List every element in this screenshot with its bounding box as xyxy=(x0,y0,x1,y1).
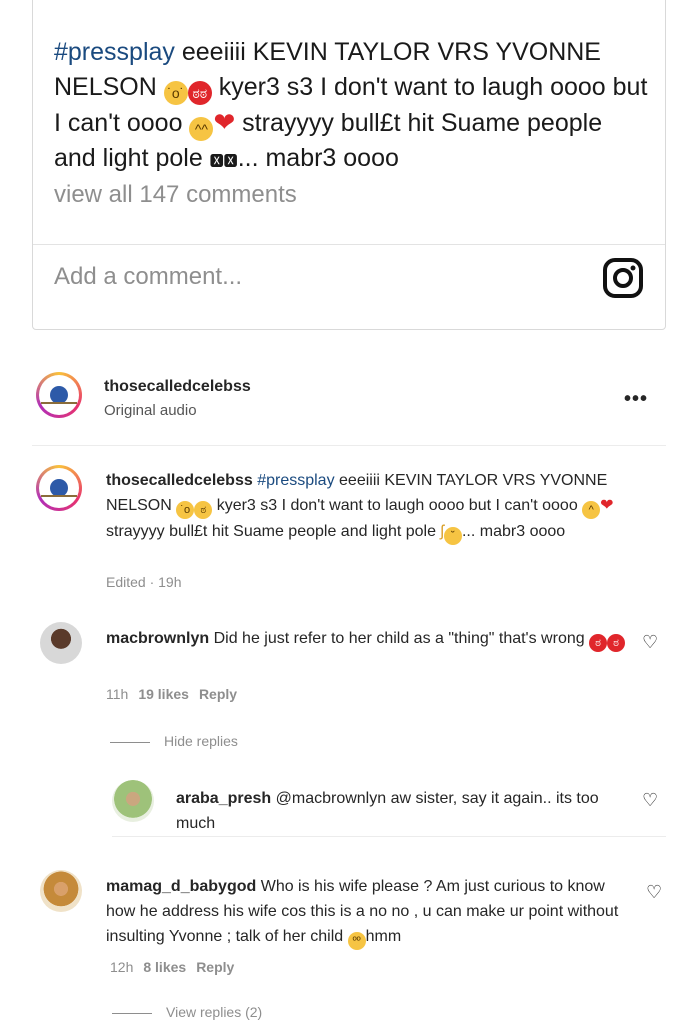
comment-macbrownlyn: macbrownlyn Did he just refer to her chi… xyxy=(106,626,626,652)
heart-emoji-icon: ❤ xyxy=(600,497,614,514)
like-heart-icon[interactable]: ♡ xyxy=(642,632,658,653)
comment-time: 11h xyxy=(106,686,129,702)
divider xyxy=(112,1012,152,1014)
like-heart-icon[interactable]: ♡ xyxy=(642,790,658,811)
profile-logo-icon xyxy=(41,479,77,497)
avatar[interactable] xyxy=(112,780,154,822)
avatar[interactable] xyxy=(40,870,82,912)
reply-button[interactable]: Reply xyxy=(196,959,234,975)
angry-emoji-icon: ಠ xyxy=(607,634,626,652)
embedded-post-card: #pressplay eeeiiii KEVIN TAYLOR VRS YVON… xyxy=(32,0,666,330)
likes-count[interactable]: 8 likes xyxy=(143,959,186,975)
audio-username[interactable]: thosecalledcelebss xyxy=(104,378,251,396)
sad-emoji-icon: ˘ xyxy=(443,527,462,545)
rolling-eyes-emoji-icon: ºº xyxy=(347,932,366,950)
heart-emoji-icon: ❤ xyxy=(213,107,236,137)
instagram-icon[interactable] xyxy=(601,256,645,300)
audio-header: thosecalledcelebss Original audio ••• xyxy=(32,370,666,426)
comment-username[interactable]: mamag_d_babygod xyxy=(106,878,256,895)
angry-emoji-icon: ಠ xyxy=(589,634,608,652)
angry-emoji-icon: ಠಠ xyxy=(187,81,212,105)
missing-glyph-icon: 🆇🆇 xyxy=(209,153,238,169)
shocked-emoji-icon: ˙o xyxy=(176,501,195,519)
avatar[interactable] xyxy=(36,465,82,511)
laughing-emoji-icon: ^ xyxy=(582,501,601,519)
avatar[interactable] xyxy=(40,622,82,664)
hashtag-link[interactable]: #pressplay xyxy=(257,472,334,489)
shocked-emoji-icon: ˙o˙ xyxy=(163,81,188,105)
edited-timestamp: Edited · 19h xyxy=(106,574,182,590)
caption-comment: thosecalledcelebss #pressplay eeeiiii KE… xyxy=(106,468,646,545)
reply-button[interactable]: Reply xyxy=(199,686,237,702)
likes-count[interactable]: 19 likes xyxy=(138,686,189,702)
divider xyxy=(110,741,150,743)
comment-mamag-d-babygod: mamag_d_babygod Who is his wife please ?… xyxy=(106,874,631,950)
audio-label[interactable]: Original audio xyxy=(104,402,197,419)
like-heart-icon[interactable]: ♡ xyxy=(646,882,662,903)
avatar[interactable] xyxy=(36,372,82,418)
laughing-emoji-icon: ^^ xyxy=(189,117,214,141)
hide-replies-button[interactable]: Hide replies xyxy=(110,733,238,749)
post-caption: #pressplay eeeiiii KEVIN TAYLOR VRS YVON… xyxy=(54,38,648,172)
comment-username[interactable]: thosecalledcelebss xyxy=(106,472,253,489)
comment-username[interactable]: macbrownlyn xyxy=(106,630,209,647)
more-options-icon[interactable]: ••• xyxy=(624,388,648,411)
hashtag-link[interactable]: #pressplay xyxy=(54,38,175,66)
divider xyxy=(32,445,666,446)
comment-time: 12h xyxy=(110,959,134,975)
divider xyxy=(112,836,666,837)
add-comment-input[interactable]: Add a comment... xyxy=(54,263,242,291)
view-replies-button[interactable]: View replies (2) xyxy=(112,1004,262,1020)
angry-emoji-icon: ಠ xyxy=(194,501,213,519)
comment-meta: 12h 8 likes Reply xyxy=(110,959,234,975)
comment-username[interactable]: araba_presh xyxy=(176,790,271,807)
profile-logo-icon xyxy=(41,386,77,404)
comment-meta: 11h 19 likes Reply xyxy=(106,686,237,702)
divider xyxy=(33,244,665,245)
view-all-comments-link[interactable]: view all 147 comments xyxy=(54,181,297,209)
comment-araba-presh: araba_presh @macbrownlyn aw sister, say … xyxy=(176,790,599,832)
